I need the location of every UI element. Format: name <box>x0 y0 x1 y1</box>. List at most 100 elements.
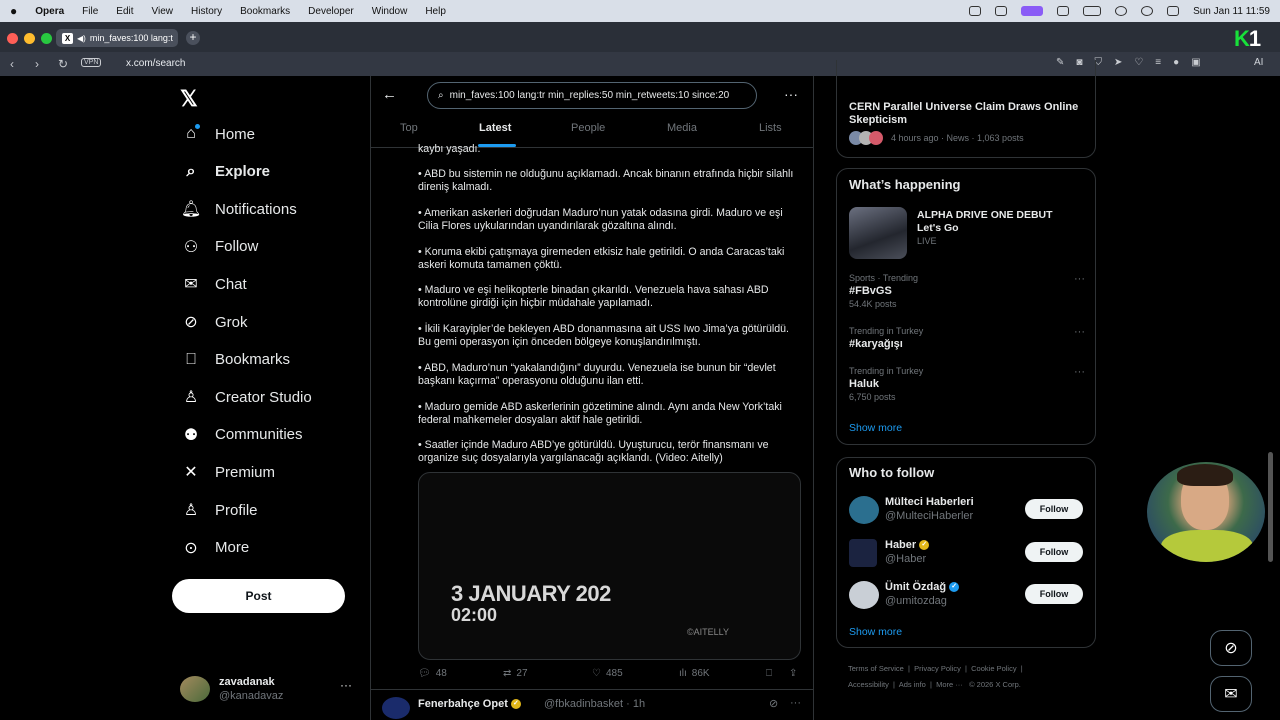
follow-button[interactable]: Follow <box>1025 584 1083 604</box>
bookmark-button[interactable]: ⎕ <box>766 668 772 679</box>
next-tweet[interactable]: Fenerbahçe Opet ✓ @fbkadinbasket · 1h ⊘ … <box>382 697 807 719</box>
more-dots-icon[interactable]: ··· <box>1074 273 1085 285</box>
nav-item-follow[interactable]: ⚇ Follow <box>180 233 259 261</box>
tweet-video[interactable]: 3 JANUARY 202 02:00 ©AITELLY <box>418 472 801 660</box>
trend-item[interactable]: Sports · Trending #FBvGS 54.4K posts ··· <box>849 273 1085 313</box>
show-more-link[interactable]: Show more <box>849 422 902 434</box>
nav-item-creator-studio[interactable]: ♙ Creator Studio <box>180 383 312 411</box>
new-tab-button[interactable]: + <box>186 31 200 45</box>
nav-item-more[interactable]: ⊙ More <box>180 534 249 562</box>
avatar[interactable] <box>849 581 879 609</box>
vpn-badge[interactable]: VPN <box>81 58 102 67</box>
account-name[interactable]: Mülteci Haberleri <box>885 496 974 508</box>
reply-button[interactable]: 💬︎ 48 <box>418 668 447 679</box>
nav-item-grok[interactable]: ⊘ Grok <box>180 308 247 336</box>
menu-bookmarks[interactable]: Bookmarks <box>240 6 290 17</box>
account-name[interactable]: Haber ✓ <box>885 539 930 551</box>
search-bar[interactable]: ⌕ <box>427 82 757 109</box>
menu-window[interactable]: Window <box>372 6 408 17</box>
send-icon[interactable]: ➤ <box>1114 57 1122 68</box>
trend-item[interactable]: Trending in Turkey Haluk 6,750 posts ··· <box>849 366 1085 406</box>
footer-link[interactable]: Ads info <box>899 680 926 689</box>
trend-item[interactable]: Trending in Turkey #karyağışı ··· <box>849 326 1085 356</box>
extension-icon[interactable]: ▣ <box>1191 57 1200 68</box>
profile-icon[interactable]: ● <box>1173 57 1179 68</box>
avatar[interactable] <box>849 496 879 524</box>
minimize-window-button[interactable] <box>24 33 35 44</box>
status-shield-icon[interactable] <box>969 6 982 16</box>
news-card[interactable]: CERN Parallel Universe Claim Draws Onlin… <box>836 60 1096 158</box>
browser-tab[interactable]: X ◀) min_faves:100 lang:t <box>56 29 178 47</box>
app-menu-opera[interactable]: Opera <box>35 6 64 17</box>
more-dots-icon[interactable]: ··· <box>1074 326 1085 338</box>
back-arrow-icon[interactable]: ← <box>382 86 397 103</box>
like-button[interactable]: ♡ 485 <box>592 668 623 679</box>
play-icon[interactable] <box>1115 6 1128 16</box>
menu-developer[interactable]: Developer <box>308 6 354 17</box>
grok-icon[interactable]: ⊘ <box>769 697 778 710</box>
list-icon[interactable]: ≡ <box>1155 57 1161 68</box>
tab-people[interactable]: People <box>571 122 605 134</box>
zoom-window-button[interactable] <box>41 33 52 44</box>
messages-fab-button[interactable]: ✉ <box>1210 676 1252 712</box>
menu-history[interactable]: History <box>191 6 222 17</box>
url-field[interactable]: x.com/search <box>126 58 185 69</box>
moon-icon[interactable] <box>1141 6 1154 16</box>
webcam-overlay[interactable] <box>1147 462 1265 562</box>
account-switcher[interactable]: zavadanak @kanadavaz ··· <box>180 674 358 704</box>
menu-file[interactable]: File <box>82 6 98 17</box>
ai-button[interactable]: AI <box>1254 57 1263 68</box>
follow-button[interactable]: Follow <box>1025 542 1083 562</box>
nav-item-communities[interactable]: ⚉ Communities <box>180 421 303 449</box>
menu-help[interactable]: Help <box>425 6 446 17</box>
menu-edit[interactable]: Edit <box>116 6 133 17</box>
speaker-icon[interactable]: ◀) <box>77 34 86 43</box>
apple-menu-icon[interactable]: ● <box>10 4 17 18</box>
account-name[interactable]: Ümit Özdağ ✓ <box>885 581 960 593</box>
more-dots-icon[interactable]: ··· <box>790 697 801 709</box>
control-center-icon[interactable] <box>1167 6 1180 16</box>
views-button[interactable]: ılı 86K <box>679 668 710 679</box>
repost-button[interactable]: ⇄ 27 <box>503 668 528 679</box>
featured-thumbnail[interactable] <box>849 207 907 259</box>
tab-top[interactable]: Top <box>400 122 418 134</box>
nav-item-chat[interactable]: ✉ Chat <box>180 270 246 298</box>
share-button[interactable]: ⇪ <box>789 668 797 679</box>
close-window-button[interactable] <box>7 33 18 44</box>
battery-icon[interactable] <box>1083 6 1102 16</box>
tab-lists[interactable]: Lists <box>759 122 782 134</box>
post-button[interactable]: Post <box>172 579 345 613</box>
featured-title[interactable]: ALPHA DRIVE ONE DEBUT Let's Go <box>917 209 1077 235</box>
clock[interactable]: Sun Jan 11 11:59 <box>1193 6 1270 17</box>
more-dots-icon[interactable]: ··· <box>1074 366 1085 378</box>
tab-media[interactable]: Media <box>667 122 697 134</box>
follow-button[interactable]: Follow <box>1025 499 1083 519</box>
footer-link[interactable]: Cookie Policy <box>971 664 1016 673</box>
footer-link[interactable]: More ··· <box>936 680 963 689</box>
status-grid-icon[interactable] <box>1057 6 1070 16</box>
x-logo-icon[interactable]: 𝕏 <box>180 86 198 112</box>
search-input[interactable] <box>449 90 750 101</box>
nav-item-profile[interactable]: ♙ Profile <box>180 496 258 524</box>
tab-latest[interactable]: Latest <box>479 122 511 134</box>
avatar[interactable] <box>849 539 877 567</box>
grok-fab-button[interactable]: ⊘ <box>1210 630 1252 666</box>
more-dots-icon[interactable]: ··· <box>340 678 352 692</box>
nav-item-premium[interactable]: ✕ Premium <box>180 458 275 486</box>
show-more-link[interactable]: Show more <box>849 626 902 638</box>
back-icon[interactable]: ‹ <box>10 57 14 71</box>
nav-item-explore[interactable]: ⌕ Explore <box>180 158 271 186</box>
nav-item-bookmarks[interactable]: ⎕ Bookmarks <box>180 346 290 374</box>
forward-icon[interactable]: › <box>35 57 39 71</box>
nav-item-notifications[interactable]: 🔔︎ Notifications <box>180 195 297 223</box>
menu-view[interactable]: View <box>152 6 174 17</box>
footer-link[interactable]: Terms of Service <box>848 664 904 673</box>
status-screen-icon[interactable] <box>1021 6 1044 16</box>
footer-link[interactable]: Accessibility <box>848 680 889 689</box>
scrollbar[interactable] <box>1268 452 1273 562</box>
reload-icon[interactable]: ↻ <box>58 57 68 71</box>
footer-link[interactable]: Privacy Policy <box>914 664 961 673</box>
more-options-icon[interactable]: ··· <box>784 86 798 102</box>
status-cloud-icon[interactable] <box>995 6 1008 16</box>
nav-item-home[interactable]: ⌂ Home <box>180 120 255 148</box>
